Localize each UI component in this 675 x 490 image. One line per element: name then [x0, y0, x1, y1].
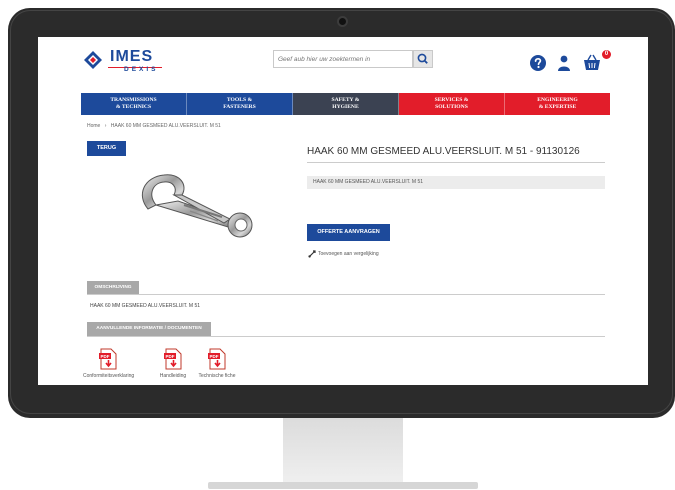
nav-label-line1: TOOLS & — [226, 97, 253, 103]
logo-diamond-icon — [84, 51, 102, 69]
search-button[interactable] — [413, 50, 433, 68]
logo-subtext: DEXIS — [124, 66, 159, 73]
document-item[interactable]: PDF Handleiding — [148, 348, 198, 379]
breadcrumb: Home › HAAK 60 MM GESMEED ALU.VEERSLUIT.… — [87, 123, 224, 129]
breadcrumb-current: HAAK 60 MM GESMEED ALU.VEERSLUIT. M 51 — [110, 123, 221, 129]
pdf-icon: PDF — [208, 348, 226, 370]
add-to-compare-link[interactable]: Toevoegen aan vergelijking — [308, 250, 379, 258]
nav-label-line2: FASTENERS — [223, 104, 256, 110]
pdf-icon: PDF — [99, 348, 117, 370]
document-label: Handleiding — [159, 373, 187, 379]
description-text: HAAK 60 MM GESMEED ALU.VEERSLUIT. M 51 — [90, 303, 201, 309]
nav-item-services[interactable]: SERVICES & SOLUTIONS — [399, 93, 505, 115]
product-title: HAAK 60 MM GESMEED ALU.VEERSLUIT. M 51 -… — [307, 146, 580, 157]
search-input[interactable] — [273, 50, 413, 68]
search-icon — [417, 53, 428, 64]
document-label: Technische fiche — [198, 373, 236, 379]
search-bar — [273, 50, 433, 68]
logo-text: IMES — [110, 48, 154, 65]
product-image-snap-hook — [142, 174, 253, 238]
document-item[interactable]: PDF Technische fiche — [192, 348, 242, 379]
pdf-icon: PDF — [164, 348, 182, 370]
nav-label-line2: & EXPERTISE — [538, 104, 577, 110]
document-label: Conformiteitsverklaring — [83, 373, 135, 379]
svg-text:PDF: PDF — [210, 354, 219, 359]
back-button[interactable]: TERUG — [87, 141, 126, 156]
monitor-stand-neck — [283, 418, 403, 482]
compare-icon — [308, 250, 316, 258]
screen: IMES DEXIS 0 TRANSMISSIONS & TECH — [38, 37, 648, 385]
product-short-description: HAAK 60 MM GESMEED ALU.VEERSLUIT. M 51 — [307, 176, 605, 189]
compare-label: Toevoegen aan vergelijking — [318, 251, 379, 257]
documents-divider — [87, 336, 605, 337]
nav-item-transmissions[interactable]: TRANSMISSIONS & TECHNICS — [81, 93, 187, 115]
nav-label-line1: TRANSMISSIONS — [110, 97, 157, 103]
svg-text:PDF: PDF — [101, 354, 110, 359]
breadcrumb-home[interactable]: Home — [87, 123, 100, 129]
nav-label-line2: & TECHNICS — [115, 104, 152, 110]
document-item[interactable]: PDF Conformiteitsverklaring — [83, 348, 135, 379]
tab-documents[interactable]: AANVULLENDE INFORMATIE / DOCUMENTEN — [87, 322, 211, 336]
main-nav: TRANSMISSIONS & TECHNICS TOOLS & FASTENE… — [81, 93, 610, 115]
nav-label-line2: HYGIENE — [332, 104, 359, 110]
cart-count-badge: 0 — [602, 50, 611, 59]
svg-text:PDF: PDF — [166, 354, 175, 359]
user-account-icon[interactable] — [557, 55, 571, 71]
nav-item-tools[interactable]: TOOLS & FASTENERS — [187, 93, 293, 115]
breadcrumb-separator: › — [104, 123, 107, 129]
site-logo[interactable]: IMES DEXIS — [84, 48, 174, 77]
monitor-stand-base — [208, 482, 478, 489]
title-divider — [307, 162, 605, 163]
nav-label-line1: SERVICES & — [434, 97, 469, 103]
webcam — [337, 16, 348, 27]
request-quote-button[interactable]: OFFERTE AANVRAGEN — [307, 224, 390, 241]
description-divider — [87, 294, 605, 295]
nav-item-safety[interactable]: SAFETY & HYGIENE — [293, 93, 399, 115]
tab-description[interactable]: OMSCHRIJVING — [87, 281, 139, 294]
nav-label-line1: ENGINEERING — [537, 97, 578, 103]
nav-label-line1: SAFETY & — [331, 97, 360, 103]
help-icon[interactable] — [530, 55, 546, 71]
nav-item-engineering[interactable]: ENGINEERING & EXPERTISE — [505, 93, 610, 115]
cart-icon[interactable] — [583, 54, 601, 71]
nav-label-line2: SOLUTIONS — [435, 104, 468, 110]
